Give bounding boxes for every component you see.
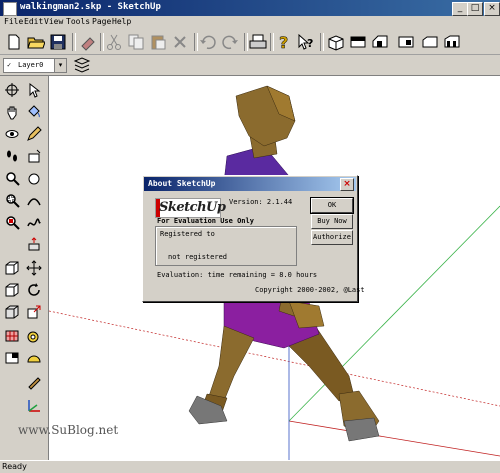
copyright-text: Copyright 2000-2002, @Last [255,286,365,294]
scale-icon[interactable] [24,302,44,322]
protractor-icon[interactable] [24,348,44,368]
push-pull-icon[interactable] [24,234,44,254]
window-title: walkingman2.skp - SketchUp [20,2,161,12]
menu-page[interactable]: Page [92,17,111,26]
right-view-icon[interactable] [396,32,416,52]
print-icon[interactable] [248,32,268,52]
version-text: Version: 2.1.44 [229,198,293,206]
redo-icon[interactable] [220,32,240,52]
layers-manager-icon[interactable] [72,55,92,75]
buy-now-button[interactable]: Buy Now [311,214,353,229]
sketchup-app-icon [3,2,17,16]
pan-hand-icon[interactable] [2,102,22,122]
zoom-extents-icon[interactable] [2,212,22,232]
watermark-text: www.SuBlog.net [18,423,119,437]
box-icon[interactable] [2,258,22,278]
menu-help[interactable]: Help [112,17,131,26]
left-view-icon[interactable] [442,32,462,52]
text-label-icon[interactable] [24,372,44,392]
dialog-title-bar: About SketchUp × [144,177,356,191]
help-icon[interactable]: ? [274,32,294,52]
red-axis [288,420,500,457]
open-folder-icon[interactable] [26,32,46,52]
save-icon[interactable] [48,32,68,52]
move-icon[interactable] [24,258,44,278]
paint-bucket-icon[interactable] [24,102,44,122]
sketchup-logo: SketchUp [155,198,226,218]
copy-icon[interactable] [126,32,146,52]
menu-view[interactable]: View [44,17,63,26]
authorize-button[interactable]: Authorize [311,230,353,245]
registration-box: Registered to not registered [155,226,297,266]
layer-visible-check: ✓ [7,61,12,69]
title-bar: walkingman2.skp - SketchUp _ □ × [0,0,500,16]
circle-icon[interactable] [24,168,44,188]
minimize-button[interactable]: _ [452,2,468,16]
toolbar-separator [320,33,324,51]
standard-toolbar: ? ? [0,30,500,55]
freehand-icon[interactable] [24,212,44,232]
close-button[interactable]: × [484,2,500,16]
back-view-icon[interactable] [420,32,440,52]
status-text: Ready [2,462,27,471]
logo-text: SketchUp [159,200,226,215]
orbit-icon[interactable] [2,80,22,100]
context-help-icon[interactable]: ? [296,32,316,52]
status-bar: Ready [0,460,500,473]
about-dialog: About SketchUp × SketchUp Version: 2.1.4… [142,175,365,302]
menu-edit[interactable]: Edit [24,17,43,26]
layer-name: Layer0 [18,61,44,69]
axes-icon[interactable] [24,396,44,416]
maximize-button[interactable]: □ [467,2,483,16]
evaluation-notice: For Evaluation Use Only [157,217,254,225]
layer-dropdown[interactable]: ✓ Layer0 ▾ [3,58,67,73]
rectangle-icon[interactable] [24,146,44,166]
front-view-icon[interactable] [370,32,390,52]
menu-tools[interactable]: Tools [66,17,90,26]
erase-icon[interactable] [78,32,98,52]
component-icon[interactable] [2,302,22,322]
svg-text:?: ? [279,33,288,51]
menu-bar: File Edit View Tools Page Help [0,16,500,30]
cut-icon[interactable] [104,32,124,52]
delete-icon[interactable] [170,32,190,52]
tool-palette [0,76,49,460]
undo-icon[interactable] [198,32,218,52]
pencil-icon[interactable] [24,124,44,144]
ok-button[interactable]: OK [310,197,354,214]
dialog-close-button[interactable]: × [340,178,354,191]
zoom-window-icon[interactable] [2,190,22,210]
new-file-icon[interactable] [4,32,24,52]
svg-text:?: ? [307,37,313,50]
rotate-icon[interactable] [24,280,44,300]
material-grid-icon[interactable] [2,326,22,346]
arc-icon[interactable] [24,190,44,210]
chevron-down-icon[interactable]: ▾ [54,59,66,72]
evaluation-time-text: Evaluation: time remaining = 8.0 hours [157,271,318,279]
section-plane-icon[interactable] [2,348,22,368]
look-around-eye-icon[interactable] [2,124,22,144]
layer-toolbar: ✓ Layer0 ▾ [0,55,500,76]
zoom-icon[interactable] [2,168,22,188]
select-arrow-icon[interactable] [24,80,44,100]
top-view-icon[interactable] [348,32,368,52]
iso-view-icon[interactable] [326,32,346,52]
tape-measure-icon[interactable] [24,326,44,346]
dialog-title: About SketchUp [148,179,216,188]
toolbar-separator [72,33,76,51]
paste-icon[interactable] [148,32,168,52]
cube-icon[interactable] [2,280,22,300]
registration-status: not registered [168,253,228,261]
registered-to-label: Registered to [160,230,215,238]
walk-footprints-icon[interactable] [2,146,22,166]
menu-file[interactable]: File [4,17,23,26]
